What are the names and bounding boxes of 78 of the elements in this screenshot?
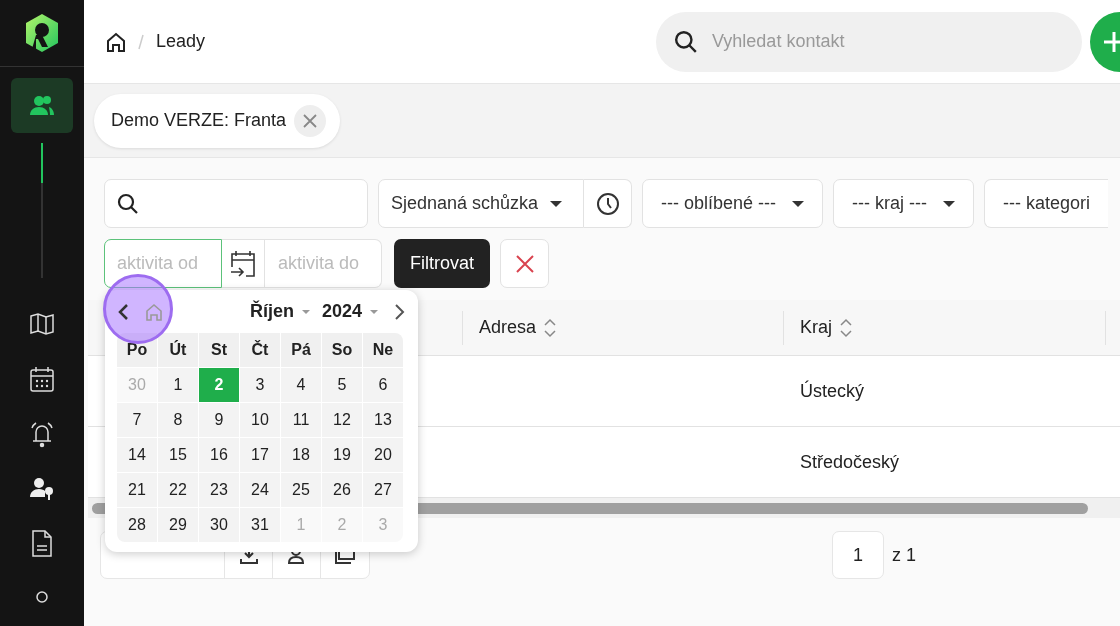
calendar-day[interactable]: 17 xyxy=(240,438,280,472)
calendar-day[interactable]: 29 xyxy=(158,508,198,542)
calendar-day[interactable]: 1 xyxy=(158,368,198,402)
next-month-icon[interactable] xyxy=(394,302,406,321)
calendar-day[interactable]: 9 xyxy=(199,403,239,437)
calendar-day[interactable]: 23 xyxy=(199,473,239,507)
dropdown-caret-icon xyxy=(943,200,955,207)
calendar-day[interactable]: 14 xyxy=(117,438,157,472)
year-select[interactable]: 2024 xyxy=(321,301,378,322)
calendar-day[interactable]: 10 xyxy=(240,403,280,437)
dropdown-caret-icon xyxy=(792,200,805,207)
breadcrumb-current: Leady xyxy=(156,31,206,52)
status-dropdown[interactable]: Sjednaná schůzka xyxy=(378,179,584,228)
filter-button[interactable]: Filtrovat xyxy=(394,239,490,288)
calendar-day[interactable]: 19 xyxy=(322,438,362,472)
calendar-day[interactable]: 26 xyxy=(322,473,362,507)
page-field[interactable]: 1 xyxy=(832,531,884,579)
weekday-header: Ne xyxy=(363,333,403,367)
weekday-header: Út xyxy=(158,333,198,367)
dropdown-caret-icon xyxy=(550,200,563,207)
breadcrumb-separator-icon xyxy=(138,33,144,50)
calendar-icon xyxy=(30,365,54,392)
weekday-header: St xyxy=(199,333,239,367)
map-icon xyxy=(30,312,54,335)
calendar-day[interactable]: 27 xyxy=(363,473,403,507)
calendar-day[interactable]: 7 xyxy=(117,403,157,437)
plus-icon xyxy=(1104,31,1120,52)
filter-dropdown[interactable]: --- kategori xyxy=(984,179,1109,228)
date-range-icon xyxy=(230,249,256,278)
filter-dropdown[interactable]: --- oblíbené --- xyxy=(642,179,824,228)
sort-icon[interactable] xyxy=(840,317,852,338)
weekday-header: Pá xyxy=(281,333,321,367)
month-select[interactable]: Říjen xyxy=(249,301,310,322)
calendar-day[interactable]: 16 xyxy=(199,438,239,472)
table-cell: Středočeský xyxy=(800,451,900,472)
calendar-day[interactable]: 31 xyxy=(240,508,280,542)
calendar-day[interactable]: 15 xyxy=(158,438,198,472)
weekday-header: Po xyxy=(117,333,157,367)
calendar-day[interactable]: 13 xyxy=(363,403,403,437)
calendar-day[interactable]: 22 xyxy=(158,473,198,507)
search-icon xyxy=(117,192,139,215)
table-cell: Ústecký xyxy=(800,380,864,401)
home-icon[interactable] xyxy=(106,31,126,52)
calendar-day[interactable]: 28 xyxy=(117,508,157,542)
document-icon xyxy=(31,529,53,558)
calendar-day[interactable]: 30 xyxy=(199,508,239,542)
clock-icon xyxy=(595,191,620,216)
previous-month-icon[interactable] xyxy=(117,302,129,321)
search-icon xyxy=(674,29,698,54)
page-total: z 1 xyxy=(892,544,916,566)
column-header[interactable]: Adresa xyxy=(479,317,537,338)
calendar-day[interactable]: 12 xyxy=(322,403,362,437)
sort-icon[interactable] xyxy=(544,317,557,338)
logo-icon[interactable] xyxy=(24,13,60,53)
history-button[interactable] xyxy=(584,179,632,228)
calendar-day[interactable]: 20 xyxy=(363,438,403,472)
calendar-day[interactable]: 11 xyxy=(281,403,321,437)
calendar-day[interactable]: 24 xyxy=(240,473,280,507)
bell-icon xyxy=(29,419,55,448)
calendar-day[interactable]: 18 xyxy=(281,438,321,472)
calendar-day[interactable]: 8 xyxy=(158,403,198,437)
user-key-icon xyxy=(29,476,55,501)
weekday-header: So xyxy=(322,333,362,367)
calendar-day[interactable]: 21 xyxy=(117,473,157,507)
calendar-day[interactable]: 3 xyxy=(240,368,280,402)
calendar-day[interactable]: 5 xyxy=(322,368,362,402)
close-icon[interactable] xyxy=(294,104,327,137)
people-icon xyxy=(29,94,55,117)
clear-filter-button[interactable] xyxy=(500,239,549,288)
weekday-header: Čt xyxy=(240,333,280,367)
column-header[interactable]: Kraj xyxy=(800,317,832,338)
calendar-day[interactable]: 6 xyxy=(363,368,403,402)
tab[interactable]: Demo VERZE: Franta xyxy=(94,93,341,148)
search-field[interactable] xyxy=(104,179,368,228)
calendar-day[interactable]: 4 xyxy=(281,368,321,402)
filter-dropdown[interactable]: --- kraj --- xyxy=(833,179,974,228)
calendar-day[interactable]: 25 xyxy=(281,473,321,507)
close-icon xyxy=(515,254,534,273)
